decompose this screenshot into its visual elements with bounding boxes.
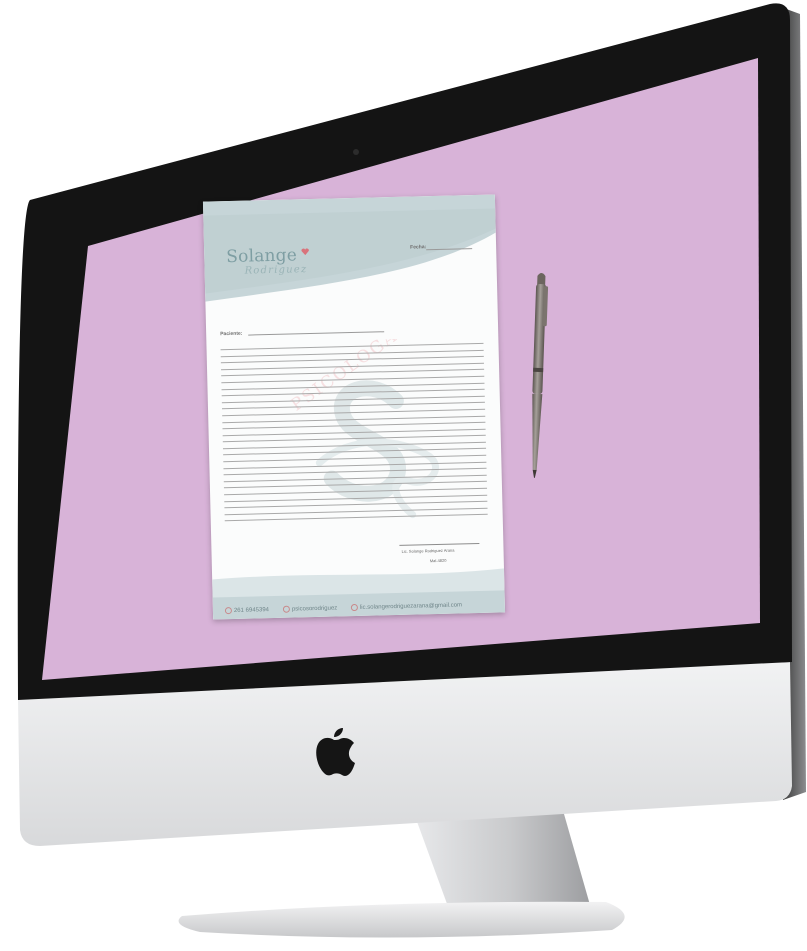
- email-icon: [350, 603, 358, 612]
- contact-email-text: lic.solangerodriguezarana@gmail.com: [359, 601, 463, 611]
- ruled-line: [224, 507, 488, 516]
- patient-label: Paciente:: [220, 330, 243, 338]
- ruled-line: [220, 349, 484, 357]
- logo: Solange Rodriguez: [226, 245, 309, 277]
- ruled-line: [224, 487, 488, 496]
- ruled-line: [222, 421, 486, 430]
- ruled-line: [223, 468, 487, 476]
- heart-icon: [301, 248, 309, 256]
- ruled-line: [221, 369, 485, 377]
- imac-mockup-scene: Solange Rodriguez Fecha: Paciente: PSICO…: [0, 0, 807, 946]
- ruled-line: [223, 461, 487, 469]
- ruled-line: [221, 402, 485, 410]
- ruled-line: [223, 474, 487, 483]
- ruled-line: [222, 415, 486, 423]
- contact-email: lic.solangerodriguezarana@gmail.com: [350, 601, 463, 612]
- ruled-line: [223, 448, 487, 456]
- ruled-line: [221, 375, 485, 384]
- ruled-line: [224, 494, 488, 502]
- ruled-line: [224, 500, 488, 509]
- ruled-line: [221, 382, 485, 390]
- ruled-line: [222, 408, 486, 417]
- contact-instagram-text: psicosorodriguez: [291, 604, 338, 613]
- ballpoint-pen: [532, 273, 549, 478]
- ruled-line: [222, 435, 486, 443]
- logo-surname: Rodriguez: [244, 264, 308, 277]
- date-label: Fecha:: [410, 244, 427, 251]
- ruled-lines: [220, 342, 488, 527]
- ruled-line: [220, 355, 484, 364]
- contact-phone: 261 6945394: [224, 606, 270, 615]
- ruled-line: [224, 514, 488, 522]
- whatsapp-icon: [224, 607, 233, 615]
- logo-name: Solange: [226, 245, 298, 268]
- instagram-icon: [282, 605, 291, 613]
- ruled-line: [222, 441, 486, 450]
- license-number: Mat.4820: [429, 557, 447, 564]
- stand-base: [178, 901, 625, 938]
- ruled-line: [222, 428, 486, 436]
- contact-phone-text: 261 6945394: [233, 606, 270, 614]
- ruled-line: [223, 454, 487, 463]
- ruled-line: [221, 388, 485, 397]
- letterhead-paper: Solange Rodriguez Fecha: Paciente: PSICO…: [202, 194, 506, 620]
- camera-dot: [353, 149, 359, 155]
- ruled-line: [221, 395, 485, 403]
- ruled-line: [221, 362, 484, 371]
- contact-instagram: psicosorodriguez: [282, 604, 338, 613]
- ruled-line: [223, 481, 487, 489]
